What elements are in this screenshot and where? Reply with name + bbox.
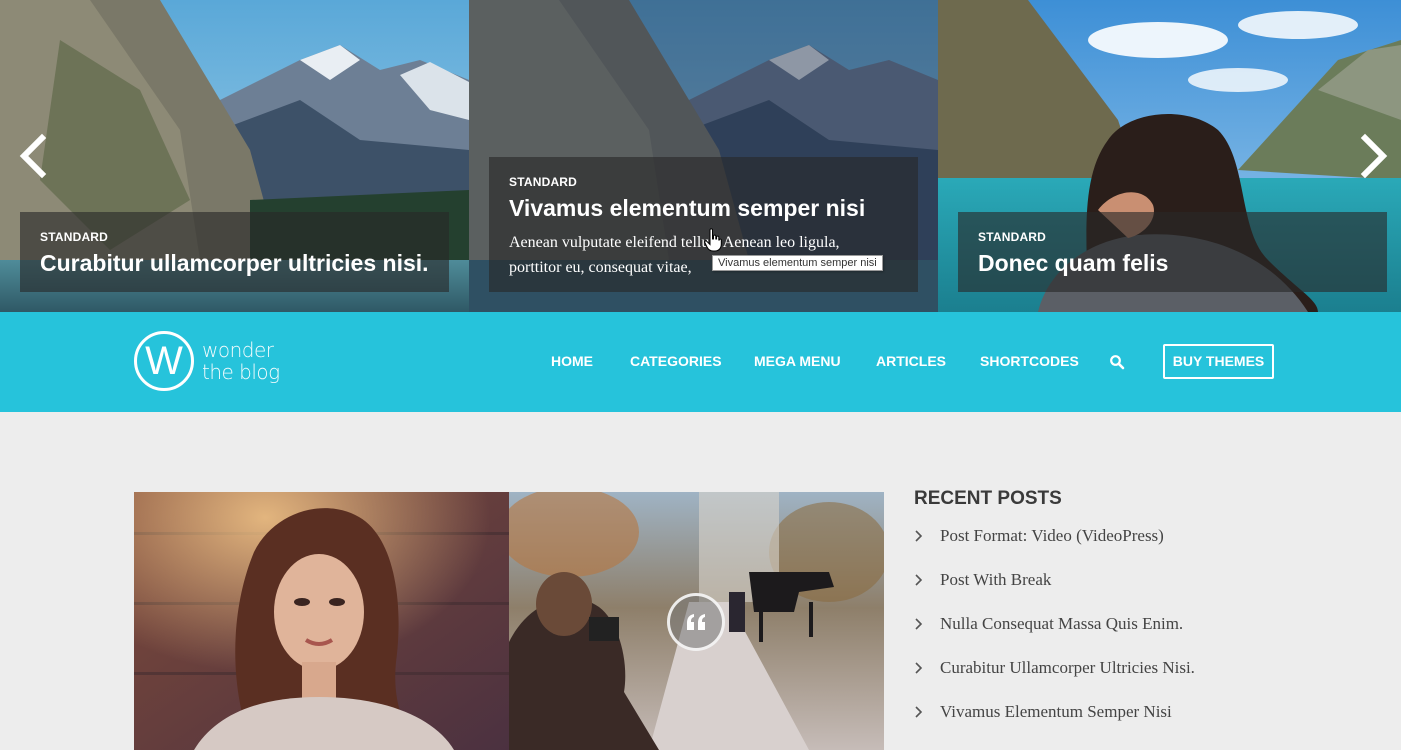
slide-1-title[interactable]: Curabitur ullamcorper ultricies nisi.: [40, 250, 429, 277]
quote-format-badge: [667, 593, 725, 651]
slider-prev-button[interactable]: [16, 132, 50, 180]
chevron-right-icon: [915, 530, 923, 542]
recent-posts-list: Post Format: Video (VideoPress) Post Wit…: [914, 526, 1274, 746]
slide-1-caption[interactable]: STANDARD Curabitur ullamcorper ultricies…: [20, 212, 449, 292]
nav-categories[interactable]: CATEGORIES: [630, 353, 722, 369]
recent-post-link[interactable]: Curabitur Ullamcorper Ultricies Nisi.: [940, 658, 1195, 678]
recent-post-link[interactable]: Post With Break: [940, 570, 1051, 590]
buy-themes-button[interactable]: BUY THEMES: [1163, 344, 1274, 379]
slide-2-excerpt-line2: porttitor eu, consequat vitae,: [509, 259, 692, 276]
nav-mega-menu[interactable]: MEGA MENU: [754, 353, 841, 369]
search-icon[interactable]: [1109, 354, 1125, 370]
sidebar: RECENT POSTS Post Format: Video (VideoPr…: [914, 488, 1274, 746]
chevron-right-icon: [915, 662, 923, 674]
chevron-right-icon: [1360, 133, 1388, 179]
featured-slider: STANDARD Curabitur ullamcorper ultricies…: [0, 0, 1401, 312]
chevron-right-icon: [915, 574, 923, 586]
recent-post-item[interactable]: Curabitur Ullamcorper Ultricies Nisi.: [914, 658, 1274, 702]
quote-icon: [687, 614, 705, 630]
post-thumbnail-quote[interactable]: [509, 492, 884, 750]
post-grid: [134, 492, 884, 750]
logo-mark: W: [134, 331, 194, 391]
slider-next-button[interactable]: [1357, 132, 1391, 180]
logo-line-2: the blog: [202, 360, 280, 384]
recent-post-item[interactable]: Nulla Consequat Massa Quis Enim.: [914, 614, 1274, 658]
recent-post-item[interactable]: Post Format: Video (VideoPress): [914, 526, 1274, 570]
recent-posts-heading: RECENT POSTS: [914, 488, 1062, 509]
logo-line-1: wonder: [202, 338, 274, 362]
site-logo[interactable]: W wonder the blog: [134, 331, 294, 393]
recent-post-item[interactable]: Vivamus Elementum Semper Nisi: [914, 702, 1274, 746]
recent-post-link[interactable]: Post Format: Video (VideoPress): [940, 526, 1164, 546]
slide-1-category[interactable]: STANDARD: [40, 230, 429, 244]
slide-3[interactable]: STANDARD Donec quam felis: [938, 0, 1401, 312]
slide-2-excerpt-line1: Aenean vulputate eleifend tellus. Aenean…: [509, 234, 840, 251]
slide-3-title[interactable]: Donec quam felis: [978, 250, 1367, 277]
chevron-left-icon: [19, 133, 47, 179]
post-image-woman: [134, 492, 509, 750]
slide-1[interactable]: STANDARD Curabitur ullamcorper ultricies…: [0, 0, 469, 312]
nav-articles[interactable]: ARTICLES: [876, 353, 946, 369]
post-thumbnail-portrait[interactable]: [134, 492, 509, 750]
slide-3-category[interactable]: STANDARD: [978, 230, 1367, 244]
slide-3-caption[interactable]: STANDARD Donec quam felis: [958, 212, 1387, 292]
recent-post-item[interactable]: Post With Break: [914, 570, 1274, 614]
logo-wordmark: wonder the blog: [202, 339, 280, 383]
slide-2-caption[interactable]: STANDARD Vivamus elementum semper nisi A…: [489, 157, 918, 292]
nav-shortcodes[interactable]: SHORTCODES: [980, 353, 1079, 369]
hand-cursor-icon: [704, 228, 722, 252]
recent-post-link[interactable]: Vivamus Elementum Semper Nisi: [940, 702, 1172, 722]
chevron-right-icon: [915, 618, 923, 630]
slide-2-category[interactable]: STANDARD: [509, 175, 898, 189]
chevron-right-icon: [915, 706, 923, 718]
site-header: W wonder the blog HOME CATEGORIES MEGA M…: [0, 312, 1401, 412]
nav-home[interactable]: HOME: [551, 353, 593, 369]
slide-2-title[interactable]: Vivamus elementum semper nisi: [509, 195, 898, 222]
recent-post-link[interactable]: Nulla Consequat Massa Quis Enim.: [940, 614, 1183, 634]
slide-title-tooltip: Vivamus elementum semper nisi: [712, 255, 883, 271]
